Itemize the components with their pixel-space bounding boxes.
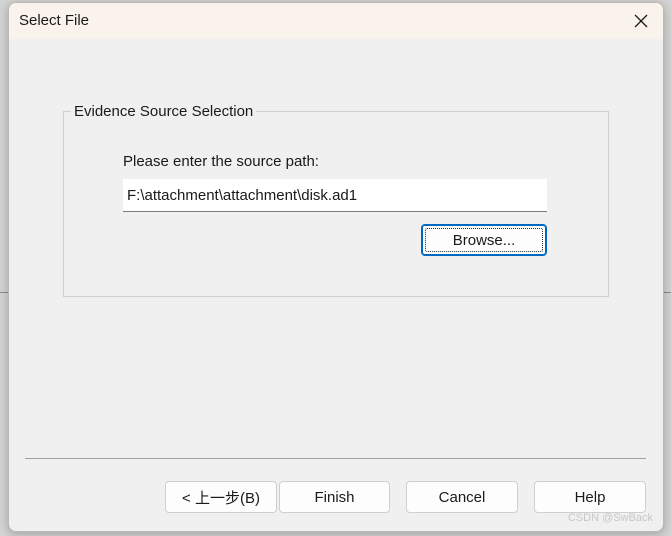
help-button[interactable]: Help [534, 481, 646, 513]
finish-button-label: Finish [314, 488, 355, 506]
watermark: CSDN @SwBack [567, 512, 653, 524]
close-button[interactable] [627, 7, 655, 35]
finish-button[interactable]: Finish [279, 481, 390, 513]
browse-button-label: Browse... [452, 231, 516, 249]
source-path-input[interactable] [123, 179, 547, 212]
select-file-dialog: Select File Evidence Source Selection Pl… [8, 2, 664, 532]
browse-button[interactable]: Browse... [421, 224, 547, 256]
back-button-label: < 上一步(B) [182, 489, 260, 507]
cancel-button[interactable]: Cancel [406, 481, 518, 513]
groupbox-legend: Evidence Source Selection [71, 103, 257, 120]
title-bar: Select File [9, 3, 663, 39]
close-icon [634, 14, 648, 28]
cancel-button-label: Cancel [438, 488, 486, 506]
help-button-label: Help [574, 488, 606, 506]
back-button[interactable]: < 上一步(B) [165, 481, 277, 513]
footer-separator [25, 458, 646, 459]
source-path-label: Please enter the source path: [123, 153, 319, 170]
dialog-title: Select File [19, 12, 90, 29]
